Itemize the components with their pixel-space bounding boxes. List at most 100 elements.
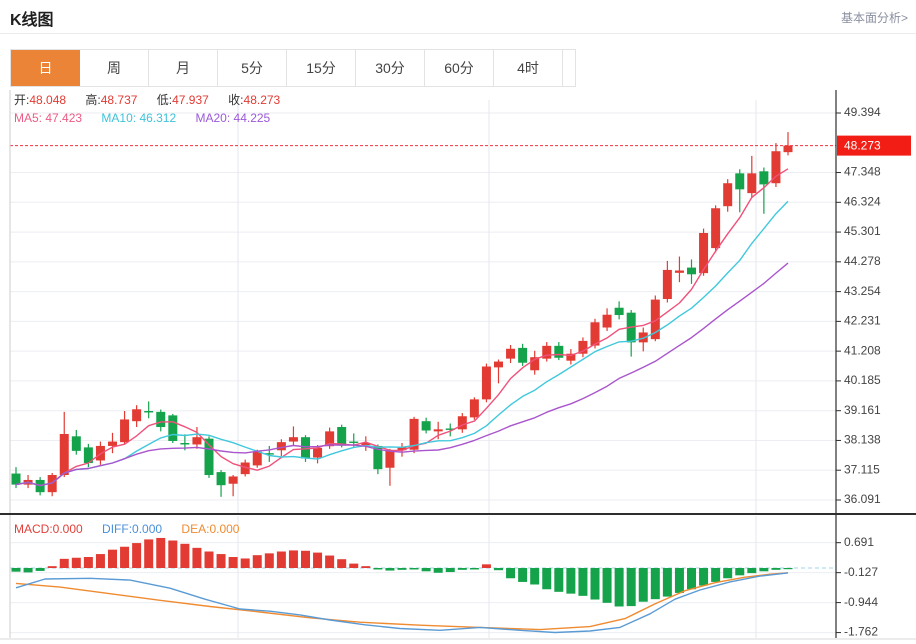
candle-body [168,415,178,441]
macd-bar [566,568,576,594]
candle-body [228,476,238,484]
macd-bar [433,568,443,573]
tab-月[interactable]: 月 [149,50,218,86]
candle-body [313,447,323,458]
macd-bar [759,568,769,572]
macd-bar [771,568,781,570]
macd-bar [361,566,371,568]
candle-body [699,232,709,274]
kline-chart-canvas[interactable]: 49.394 47.348 46.324 45.301 44.278 43.254 42.2… [0,90,916,644]
macd-bar [264,553,274,568]
macd-readout: MACD:0.000 DIFF:0.000 DEA:0.000 [14,522,255,536]
dea-label: DEA: [181,522,210,536]
tab-5分[interactable]: 5分 [218,50,287,86]
macd-bar [252,555,262,568]
candle-body [518,347,528,363]
ma5-label: MA5: [14,111,43,125]
macd-bar [421,568,431,572]
ma5-value: 47.423 [45,111,83,125]
candle-body [301,437,310,459]
fundamental-analysis-link[interactable]: 基本面分析> [841,9,908,26]
low-label: 低: [156,93,173,107]
tab-30分[interactable]: 30分 [356,50,425,86]
macd-bar [47,566,57,568]
macd-bar [240,558,250,568]
price-tick-label: 40.185 [844,373,881,387]
price-tick-label: 37.115 [844,462,880,476]
close-value: 48.273 [243,93,281,107]
macd-bar [192,547,202,568]
macd-bar [578,568,588,596]
macd-bar [457,568,467,570]
macd-bar [23,568,33,573]
macd-bar [506,568,516,579]
price-tick-label: 49.394 [844,105,881,119]
ma-lines [15,168,789,487]
ma10-label: MA10: [101,111,137,125]
tab-日[interactable]: 日 [11,50,80,86]
tab-4时[interactable]: 4时 [494,50,563,86]
macd-bar [783,568,793,570]
macd-bar [108,549,117,568]
macd-value: 0.000 [52,522,83,536]
macd-bar [337,559,347,568]
macd-bar [397,568,407,570]
macd-bar [494,568,503,571]
macd-bar [35,568,45,571]
open-value: 48.048 [29,93,67,107]
tab-60分[interactable]: 60分 [425,50,494,86]
current-price-value: 48.273 [844,138,881,152]
macd-bar [518,568,528,582]
tab-周[interactable]: 周 [80,50,149,86]
candle-body [216,472,226,486]
macd-bar [638,568,648,602]
axis-labels: 49.394 47.348 46.324 45.301 44.278 43.254 42.2… [836,105,881,639]
ma20-line [15,262,789,487]
price-tick-label: 43.254 [844,284,881,298]
macd-bar [481,564,491,568]
candle-body [554,345,564,358]
macd-label: MACD: [14,522,53,536]
macd-bar [747,568,757,574]
macd-bar [156,537,166,568]
candle-body [144,411,154,413]
macd-bar [385,568,395,571]
tab-15分[interactable]: 15分 [287,50,356,86]
candle-body [156,411,166,428]
macd-tick-label: -0.127 [844,565,878,579]
macd-bar [204,551,214,568]
ma10-value: 46.312 [139,111,177,125]
open-label: 开: [14,93,30,107]
macd-bar [288,550,298,568]
candle-body [433,429,443,432]
candle-body [494,361,503,368]
ma-readout: MA5: 47.423 MA10: 46.312 MA20: 44.225 [14,111,286,125]
candle-body [662,269,672,300]
kline-page: K线图 基本面分析> 日周月 5分 15分 30分 60分 4时 49.394 47.348… [0,0,916,644]
macd-bar [120,546,130,568]
ma20-value: 44.225 [233,111,271,125]
macd-bar [71,557,81,568]
price-tick-label: 45.301 [844,224,881,238]
candle-body [747,173,757,194]
macd-bar [216,554,226,568]
current-price-tag: 48.273 [837,135,911,156]
low-value: 47.937 [172,93,209,107]
macd-bar [228,557,238,568]
price-tick-label: 39.161 [844,403,881,417]
macd-bar [349,563,359,568]
ma20-label: MA20: [195,111,231,125]
period-tabbar: 日周月 5分 15分 30分 60分 4时 [10,49,576,87]
macd-bar [373,568,383,570]
price-tick-label: 47.348 [844,165,881,179]
macd-bar [168,540,178,568]
candle-body [252,451,262,466]
macd-bar [687,568,696,590]
macd-bar [276,551,286,568]
candle-body [337,427,347,446]
macd-bar [469,568,479,570]
candle-body [59,433,69,476]
high-value: 48.737 [100,93,138,107]
candle-body [759,171,769,185]
macd-bar [445,568,455,573]
